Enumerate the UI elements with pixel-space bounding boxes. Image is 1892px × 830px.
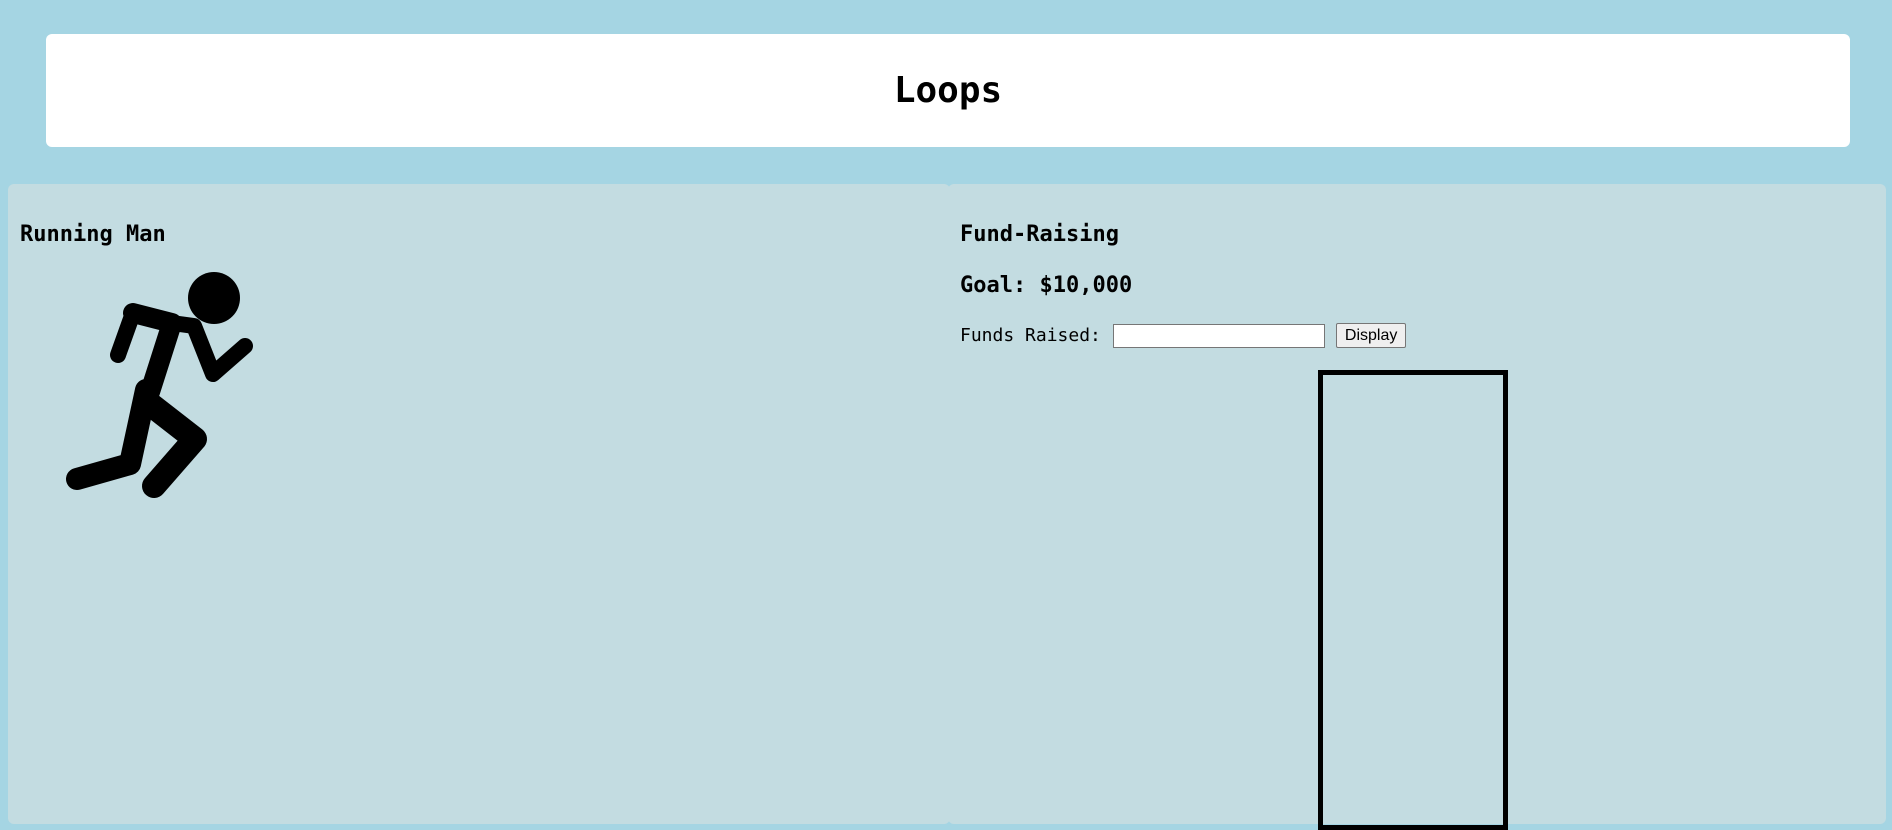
page-title: Loops (893, 70, 1003, 111)
fund-raising-title: Fund-Raising (960, 222, 1119, 247)
running-man-panel: Running Man (8, 184, 950, 824)
fund-raising-panel: Fund-Raising Goal: $10,000 Funds Raised:… (948, 184, 1886, 830)
fund-thermometer (1318, 370, 1508, 830)
funds-raised-label: Funds Raised: (960, 325, 1101, 346)
running-man-title: Running Man (20, 222, 166, 247)
page-header: Loops (46, 34, 1850, 147)
running-man-icon (66, 272, 253, 498)
funds-row: Funds Raised: Display (960, 323, 1407, 348)
display-button[interactable]: Display (1335, 323, 1407, 348)
goal-text: Goal: $10,000 (960, 273, 1133, 298)
funds-raised-input[interactable] (1112, 323, 1325, 348)
